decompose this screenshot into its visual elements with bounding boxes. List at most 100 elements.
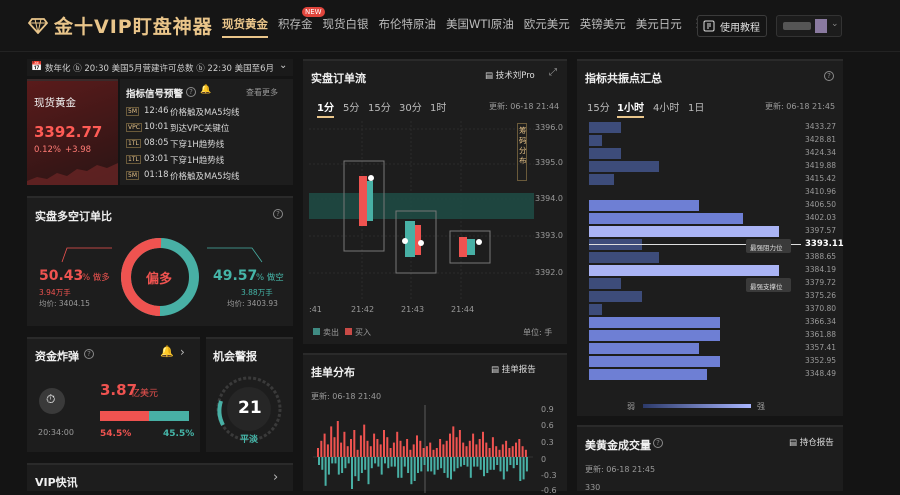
dist-bar-up: [491, 437, 494, 457]
help-icon[interactable]: ?: [653, 438, 663, 448]
nav-usdjpy[interactable]: 美元日元: [636, 16, 682, 32]
dist-bar-down: [440, 457, 443, 469]
tab-15m[interactable]: 15分: [587, 99, 610, 114]
nav-accumulation-gold[interactable]: 积存金 NEW: [278, 7, 325, 32]
dist-bar-down: [512, 457, 515, 469]
position-report-link[interactable]: ▤ 持仓报告: [789, 436, 834, 448]
nav-spot-gold[interactable]: 现货黄金: [222, 16, 268, 38]
expand-icon[interactable]: ⤢: [549, 67, 557, 78]
view-more-link[interactable]: 查看更多: [246, 87, 278, 98]
long-avg: 均价: 3404.15: [39, 299, 90, 308]
tab-1d[interactable]: 1日: [688, 99, 704, 114]
order-report-link[interactable]: ▤ 挂单报告: [491, 363, 536, 375]
dist-bar-down: [483, 457, 485, 477]
event-ticker[interactable]: 📅 数年化 ⓑ 20:30 美国5月营建许可总数 ⓑ 22:30 美国至6月 ⌄: [27, 59, 293, 76]
logo[interactable]: 金十VIP盯盘神器: [28, 12, 213, 39]
help-icon[interactable]: ?: [824, 71, 834, 81]
alert-value: 21: [238, 398, 262, 418]
dist-bar-down: [324, 457, 327, 486]
bomb-time: 20:34:00: [38, 428, 74, 437]
tab-4h[interactable]: 4小时: [653, 99, 679, 114]
dist-bar-up: [376, 439, 379, 457]
list-item[interactable]: 1TL 08:05 下穿1H趋势线: [126, 137, 291, 153]
bell-icon[interactable]: 🔔: [160, 345, 174, 358]
chevron-right-icon[interactable]: ›: [273, 470, 278, 485]
help-icon[interactable]: ?: [84, 349, 94, 359]
dist-bar-up: [402, 446, 405, 457]
tutorial-button[interactable]: 使用教程: [697, 15, 767, 37]
alert-label: 平淡: [240, 435, 259, 445]
dist-bar-up: [392, 442, 395, 457]
book-icon: [703, 20, 715, 32]
support-tag: 最强支撑位: [746, 278, 791, 292]
chip-distribution-tab[interactable]: 筹码分布: [517, 123, 527, 181]
help-icon[interactable]: ?: [273, 209, 283, 219]
dist-bar-down: [479, 457, 482, 470]
level-price: 3415.42: [805, 174, 837, 183]
dist-bar-down: [384, 457, 386, 464]
dist-bar-down: [463, 457, 466, 465]
dist-bar-down: [377, 457, 380, 467]
dist-bar-down: [357, 457, 360, 481]
level-bar: [589, 148, 622, 159]
dist-bar-up: [482, 431, 484, 457]
dist-bar-up: [383, 430, 385, 457]
vip-news-panel[interactable]: VIP快讯 ›: [27, 463, 293, 491]
list-item[interactable]: 1TL 03:01 下穿1H趋势线: [126, 153, 291, 169]
dist-bar-down: [469, 457, 472, 478]
bell-icon[interactable]: 🔔: [200, 85, 211, 95]
level-row: 3352.95: [577, 355, 843, 368]
nav-spot-silver[interactable]: 现货白银: [323, 16, 369, 32]
list-item[interactable]: 5M 01:18 价格触及MA5均线: [126, 169, 291, 185]
level-row: 3428.81: [577, 134, 843, 147]
level-price: 3406.50: [805, 200, 837, 209]
level-row: 3384.19: [577, 264, 843, 277]
dist-bar-down: [525, 457, 528, 472]
resistance-label: 最强阻力位: [750, 244, 783, 252]
list-item[interactable]: 5M 12:46 价格触及MA5均线: [126, 105, 291, 121]
chevron-right-icon[interactable]: ›: [180, 345, 185, 359]
levels-update: 更新: 06-18 21:45: [765, 102, 836, 111]
level-row: 3415.42: [577, 173, 843, 186]
order-flow-update: 更新: 06-18 21:44: [489, 102, 560, 111]
dist-bar-up: [524, 449, 527, 457]
x-tick: 21:43: [401, 305, 425, 314]
signal-text: 到达VPC关键位: [170, 124, 230, 134]
y-tick: 3392.0: [535, 268, 563, 277]
nav-brent[interactable]: 布伦特原油: [379, 16, 437, 32]
help-icon[interactable]: ?: [186, 87, 196, 97]
tab-1m[interactable]: 1分: [317, 99, 334, 118]
sparkline: [27, 163, 118, 185]
nav-gbpusd[interactable]: 英镑美元: [580, 16, 626, 32]
dist-bar-up: [363, 424, 366, 457]
quote-card[interactable]: 现货黄金 3392.77 0.12% +3.98: [27, 79, 118, 185]
long-amount: 3.94万手: [39, 288, 71, 297]
dist-bar-down: [506, 457, 509, 472]
tech-tool-link[interactable]: ▤ 技术刘Pro: [485, 69, 535, 81]
tab-15m[interactable]: 15分: [368, 99, 391, 114]
level-row: 3424.34: [577, 147, 843, 160]
level-row: 3406.50: [577, 199, 843, 212]
nav-eurusd[interactable]: 欧元美元: [524, 16, 570, 32]
y-tick: -0.3: [541, 471, 557, 480]
list-item[interactable]: VPC 10:01 到达VPC关键位: [126, 121, 291, 137]
tab-1h[interactable]: 1小时: [617, 99, 644, 118]
tab-30m[interactable]: 30分: [399, 99, 422, 114]
main-nav: 现货黄金 积存金 NEW 现货白银 布伦特原油 美国WTI原油 欧元美元 英镑美元…: [222, 7, 703, 38]
dist-bar-down: [367, 457, 370, 485]
dist-bar-up: [445, 440, 448, 457]
tab-1h[interactable]: 1时: [430, 99, 446, 114]
signal-tag: 1TL: [126, 139, 141, 148]
levels-title: 指标共振点汇总: [585, 72, 662, 85]
level-price: 3348.49: [805, 369, 837, 378]
tab-5m[interactable]: 5分: [343, 99, 359, 114]
long-pct: 50.43: [39, 268, 84, 284]
chevron-down-icon[interactable]: ⌄: [279, 60, 287, 71]
nav-wti[interactable]: 美国WTI原油: [446, 16, 514, 32]
level-bar: [589, 278, 622, 289]
level-row: 3397.57: [577, 225, 843, 238]
dist-bar-up: [501, 444, 504, 457]
y-tick: 3395.0: [535, 158, 563, 167]
level-row: 3357.41: [577, 342, 843, 355]
user-avatar-menu[interactable]: ⌄: [776, 15, 842, 37]
